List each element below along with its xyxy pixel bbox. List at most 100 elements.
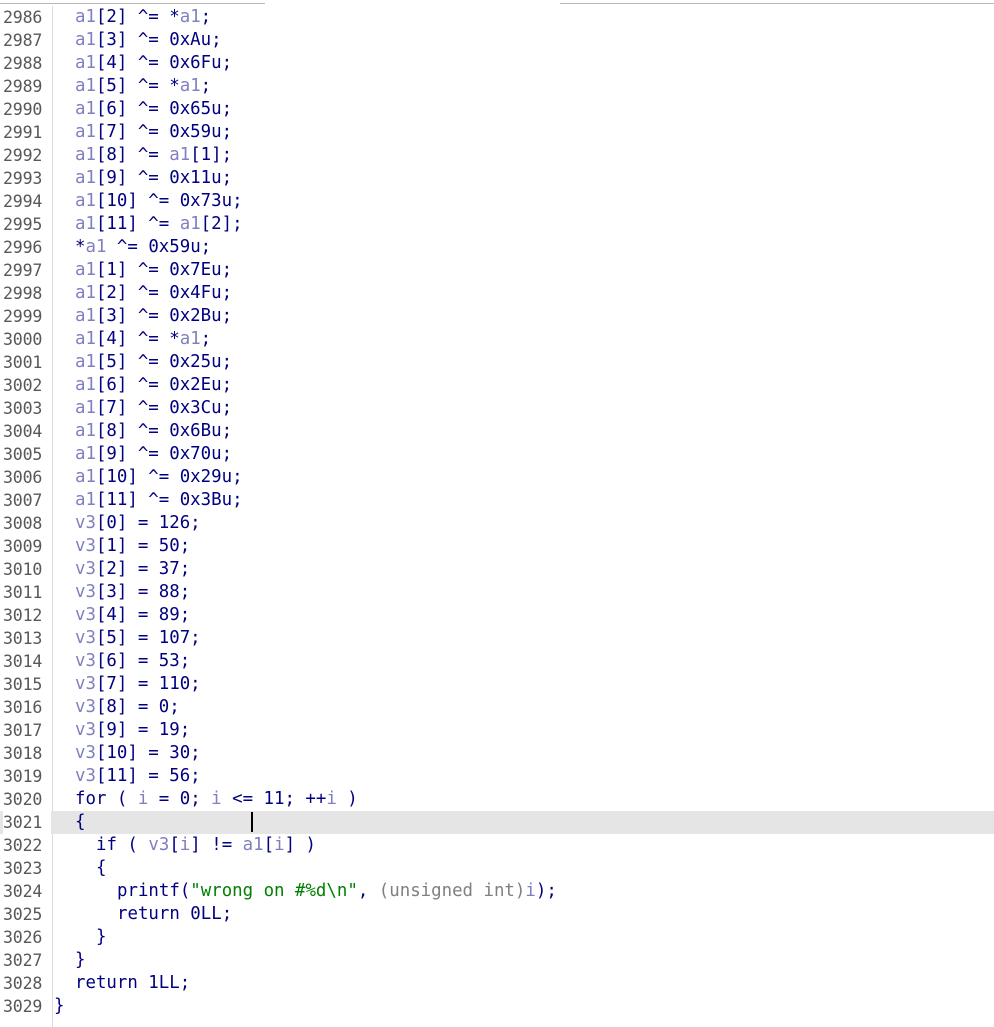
code-text[interactable]: {	[54, 857, 106, 880]
variable-token: v3	[75, 720, 96, 740]
code-text[interactable]: a1[9] ^= 0x70u;	[54, 443, 232, 466]
code-token: [4] = 89;	[95, 605, 191, 625]
code-line[interactable]: 3004 a1[8] ^= 0x6Bu;	[0, 420, 994, 443]
code-text[interactable]: a1[7] ^= 0x3Cu;	[54, 397, 232, 420]
code-text[interactable]: a1[1] ^= 0x7Eu;	[54, 259, 232, 282]
code-text[interactable]: {	[54, 811, 85, 834]
code-line-current[interactable]: 3021 {	[0, 811, 994, 834]
code-text[interactable]: *a1 ^= 0x59u;	[54, 236, 211, 259]
code-line[interactable]: 3029}	[0, 995, 994, 1018]
pseudocode-editor[interactable]: 2986 a1[2] ^= *a1; 2987 a1[3] ^= 0xAu; 2988 a…	[0, 6, 994, 1027]
code-line[interactable]: 2992 a1[8] ^= a1[1];	[0, 144, 994, 167]
code-line[interactable]: 3005 a1[9] ^= 0x70u;	[0, 443, 994, 466]
code-line[interactable]: 3003 a1[7] ^= 0x3Cu;	[0, 397, 994, 420]
code-text[interactable]: a1[3] ^= 0x2Bu;	[54, 305, 232, 328]
code-line[interactable]: 2986 a1[2] ^= *a1;	[0, 6, 994, 29]
code-token: [10] = 30;	[95, 743, 201, 763]
code-line[interactable]: 2999 a1[3] ^= 0x2Bu;	[0, 305, 994, 328]
code-line[interactable]: 3022 if ( v3[i] != a1[i] )	[0, 834, 994, 857]
code-text[interactable]: a1[10] ^= 0x73u;	[54, 190, 243, 213]
code-text[interactable]: v3[10] = 30;	[54, 742, 201, 765]
code-line[interactable]: 3023 {	[0, 857, 994, 880]
code-line[interactable]: 2993 a1[9] ^= 0x11u;	[0, 167, 994, 190]
variable-token: a1	[75, 76, 96, 96]
code-text[interactable]: a1[10] ^= 0x29u;	[54, 466, 243, 489]
code-line[interactable]: 2987 a1[3] ^= 0xAu;	[0, 29, 994, 52]
code-line[interactable]: 3001 a1[5] ^= 0x25u;	[0, 351, 994, 374]
code-line[interactable]: 2998 a1[2] ^= 0x4Fu;	[0, 282, 994, 305]
code-text[interactable]: v3[2] = 37;	[54, 558, 190, 581]
code-text[interactable]: v3[7] = 110;	[54, 673, 201, 696]
code-text[interactable]: a1[8] ^= 0x6Bu;	[54, 420, 232, 443]
code-line[interactable]: 3011 v3[3] = 88;	[0, 581, 994, 604]
code-text[interactable]: a1[5] ^= *a1;	[54, 75, 211, 98]
variable-token: v3	[75, 559, 96, 579]
code-line[interactable]: 3013 v3[5] = 107;	[0, 627, 994, 650]
code-line[interactable]: 3027}	[0, 949, 994, 972]
code-line[interactable]: 2994 a1[10] ^= 0x73u;	[0, 190, 994, 213]
code-text[interactable]: v3[3] = 88;	[54, 581, 190, 604]
code-line[interactable]: 3017 v3[9] = 19;	[0, 719, 994, 742]
code-token: [1] ^= 0x7Eu;	[95, 260, 233, 280]
code-text[interactable]: v3[4] = 89;	[54, 604, 190, 627]
code-text[interactable]: a1[2] ^= 0x4Fu;	[54, 282, 232, 305]
code-line[interactable]: 3018 v3[10] = 30;	[0, 742, 994, 765]
code-line[interactable]: 3026}	[0, 926, 994, 949]
code-text[interactable]: v3[9] = 19;	[54, 719, 190, 742]
code-text[interactable]: }	[54, 995, 64, 1018]
code-line[interactable]: 3015 v3[7] = 110;	[0, 673, 994, 696]
code-line[interactable]: 3007 a1[11] ^= 0x3Bu;	[0, 489, 994, 512]
code-text[interactable]: v3[1] = 50;	[54, 535, 190, 558]
code-text[interactable]: a1[5] ^= 0x25u;	[54, 351, 232, 374]
code-text[interactable]: v3[6] = 53;	[54, 650, 190, 673]
code-line[interactable]: 3016 v3[8] = 0;	[0, 696, 994, 719]
code-line[interactable]: 2988 a1[4] ^= 0x6Fu;	[0, 52, 994, 75]
line-number: 3008	[3, 514, 43, 533]
code-line[interactable]: 3008 v3[0] = 126;	[0, 512, 994, 535]
code-line[interactable]: 3012 v3[4] = 89;	[0, 604, 994, 627]
code-line[interactable]: 3010 v3[2] = 37;	[0, 558, 994, 581]
code-text[interactable]: a1[4] ^= 0x6Fu;	[54, 52, 232, 75]
code-text[interactable]: a1[11] ^= 0x3Bu;	[54, 489, 243, 512]
code-text[interactable]: }	[54, 926, 106, 949]
code-text[interactable]: a1[9] ^= 0x11u;	[54, 167, 232, 190]
code-text[interactable]: v3[5] = 107;	[54, 627, 201, 650]
code-line[interactable]: 3014 v3[6] = 53;	[0, 650, 994, 673]
code-line[interactable]: 2990 a1[6] ^= 0x65u;	[0, 98, 994, 121]
code-text[interactable]: a1[6] ^= 0x2Eu;	[54, 374, 232, 397]
code-line[interactable]: 2996 *a1 ^= 0x59u;	[0, 236, 994, 259]
code-text[interactable]: if ( v3[i] != a1[i] )	[54, 834, 316, 857]
code-text[interactable]: a1[3] ^= 0xAu;	[54, 29, 222, 52]
code-text[interactable]: a1[7] ^= 0x59u;	[54, 121, 232, 144]
code-line[interactable]: 3002 a1[6] ^= 0x2Eu;	[0, 374, 994, 397]
code-line[interactable]: 3024 printf("wrong on #%d\n", (unsigned i…	[0, 880, 994, 903]
code-line[interactable]: 2997 a1[1] ^= 0x7Eu;	[0, 259, 994, 282]
code-line[interactable]: 3009 v3[1] = 50;	[0, 535, 994, 558]
code-text[interactable]: a1[11] ^= a1[2];	[54, 213, 243, 236]
code-line[interactable]: 3020 for ( i = 0; i <= 11; ++i )	[0, 788, 994, 811]
code-line[interactable]: 2991 a1[7] ^= 0x59u;	[0, 121, 994, 144]
variable-token: a1	[75, 467, 96, 487]
line-number: 2990	[3, 100, 43, 119]
code-text[interactable]: a1[6] ^= 0x65u;	[54, 98, 232, 121]
code-line[interactable]: 3000 a1[4] ^= *a1;	[0, 328, 994, 351]
code-text[interactable]: v3[0] = 126;	[54, 512, 201, 535]
code-line[interactable]: 3006 a1[10] ^= 0x29u;	[0, 466, 994, 489]
code-line[interactable]: 2995 a1[11] ^= a1[2];	[0, 213, 994, 236]
code-text[interactable]: a1[2] ^= *a1;	[54, 6, 211, 29]
code-text[interactable]: for ( i = 0; i <= 11; ++i )	[54, 788, 358, 811]
code-token: [4] ^= *	[95, 329, 180, 349]
code-line[interactable]: 2989 a1[5] ^= *a1;	[0, 75, 994, 98]
code-text[interactable]: v3[8] = 0;	[54, 696, 180, 719]
code-line[interactable]: 3025 return 0LL;	[0, 903, 994, 926]
code-text[interactable]: a1[8] ^= a1[1];	[54, 144, 232, 167]
code-token: [	[263, 835, 275, 855]
code-text[interactable]: a1[4] ^= *a1;	[54, 328, 211, 351]
code-text[interactable]: return 0LL;	[54, 903, 232, 926]
code-text[interactable]: v3[11] = 56;	[54, 765, 201, 788]
code-text[interactable]: }	[54, 949, 85, 972]
code-line[interactable]: 3028 return 1LL;	[0, 972, 994, 995]
code-text[interactable]: return 1LL;	[54, 972, 190, 995]
code-line[interactable]: 3019 v3[11] = 56;	[0, 765, 994, 788]
code-text[interactable]: printf("wrong on #%d\n", (unsigned int)i…	[54, 880, 557, 903]
